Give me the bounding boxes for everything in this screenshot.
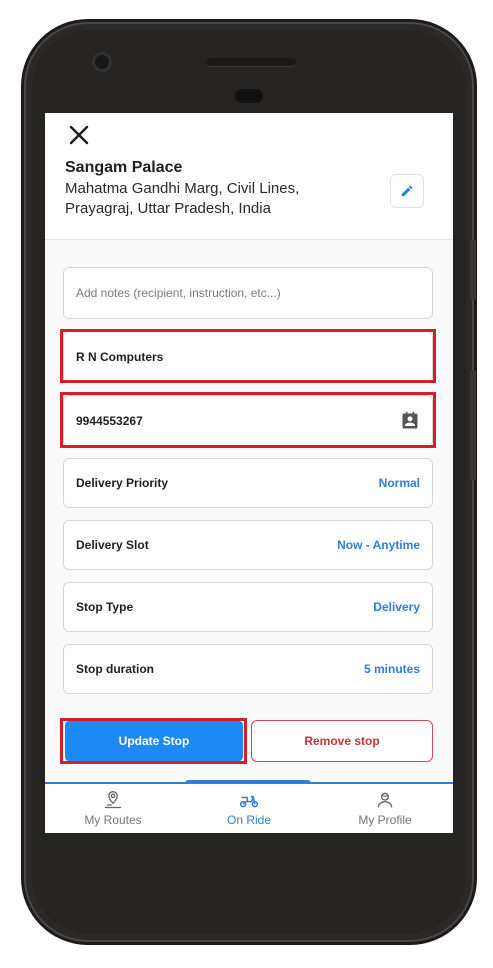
front-camera [95,55,109,69]
update-stop-button[interactable]: Update Stop [65,721,243,761]
contact-book-icon[interactable] [400,411,420,431]
stop-type-value: Delivery [373,600,420,614]
active-tab-indicator [186,780,310,784]
tab-my-routes[interactable]: My Routes [45,790,181,832]
stop-type-label: Stop Type [76,600,134,614]
delivery-priority-label: Delivery Priority [76,476,169,490]
pencil-icon [401,185,413,197]
remove-stop-button[interactable]: Remove stop [251,720,433,762]
delivery-slot-value: Now - Anytime [337,538,420,552]
place-name: Sangam Palace [65,159,183,176]
close-icon[interactable] [67,123,91,147]
stop-duration-row[interactable]: Stop duration 5 minutes [63,644,433,694]
phone-input[interactable]: 9944553267 [63,395,433,447]
recipient-name-input[interactable]: R N Computers [63,331,433,383]
proximity-sensor [235,89,263,103]
delivery-slot-row[interactable]: Delivery Slot Now - Anytime [63,520,433,570]
form-background [45,240,453,782]
power-button [470,240,476,300]
tab-on-ride-label: On Ride [226,813,272,827]
stop-duration-label: Stop duration [76,662,154,676]
notes-placeholder: Add notes (recipient, instruction, etc..… [76,286,281,300]
recipient-name-value: R N Computers [76,350,164,364]
edit-address-button[interactable] [390,174,424,208]
stop-duration-value: 5 minutes [363,662,420,676]
volume-button [470,370,476,480]
stop-type-row[interactable]: Stop Type Delivery [63,582,433,632]
delivery-priority-row[interactable]: Delivery Priority Normal [63,458,433,508]
delivery-priority-value: Normal [378,476,420,490]
notes-input[interactable]: Add notes (recipient, instruction, etc..… [63,267,433,319]
bottom-tab-bar: My Routes On Ride My Profile [45,780,453,833]
delivery-slot-label: Delivery Slot [76,538,149,552]
earpiece-speaker [206,58,296,66]
tab-my-profile-label: My Profile [358,813,412,827]
place-address: Mahatma Gandhi Marg, Civil Lines, Prayag… [65,180,300,217]
phone-value: 9944553267 [76,414,143,428]
tab-my-routes-label: My Routes [84,813,142,827]
profile-icon [377,792,393,808]
tab-my-profile[interactable]: My Profile [317,790,453,832]
tab-on-ride[interactable]: On Ride [181,790,317,832]
app-screen: Sangam Palace Mahatma Gandhi Marg, Civil… [45,113,453,833]
scooter-icon [239,795,259,808]
route-pin-icon [104,790,122,809]
